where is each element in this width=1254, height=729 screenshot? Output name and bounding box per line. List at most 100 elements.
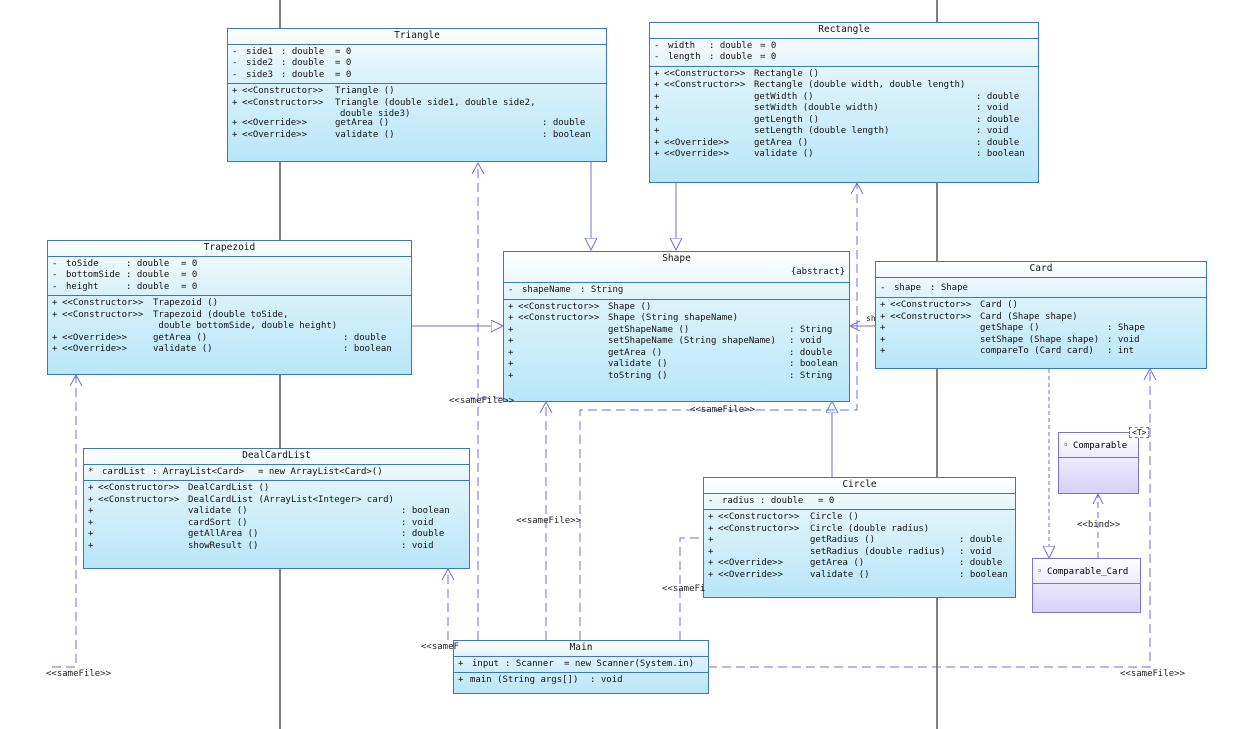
operation-row: + <<Override>> validate (): boolean (232, 129, 591, 140)
interface-comparable-card[interactable]: ◦ Comparable_Card (1032, 558, 1141, 613)
class-triangle[interactable]: Triangle - side1: double = 0 - side2: doubl… (227, 28, 607, 162)
operation-row: + <<Override>> getArea (): double (52, 332, 387, 343)
class-dealcardlist[interactable]: DealCardList * cardList: ArrayList<Card> =… (83, 448, 470, 569)
operation-row: + <<Override>> getArea (): double (232, 118, 586, 128)
samefile-label: <<sameFile>> (690, 405, 756, 415)
samefile-label: <<sameFile>> (516, 516, 582, 526)
operation-row: + getAllArea (): double (88, 529, 445, 539)
operation-row: + getLength (): double (654, 114, 1020, 125)
operation-row: + getArea (): double (508, 347, 833, 358)
operation-row: + <<Constructor>> Card () (880, 300, 1018, 310)
class-main[interactable]: Main + input: Scanner = new Scanner(System… (453, 640, 709, 694)
class-card[interactable]: Card - shape: Shape + <<Constructor>> Card … (875, 261, 1207, 369)
class-trapezoid[interactable]: Trapezoid - toSide: double = 0 - bottomSide… (47, 240, 412, 375)
attribute-row: + input: Scanner = new Scanner(System.in) (458, 658, 695, 669)
operations: + <<Constructor>> Shape () + <<Constructor>… (504, 300, 849, 385)
class-name: Triangle (228, 29, 606, 45)
type-parameter: <T> (1129, 427, 1150, 438)
samefile-label: <<sameFile>> (449, 396, 515, 406)
operation-row: + compareTo (Card card): int (880, 346, 1135, 356)
operation-row: + showResult (): void (88, 540, 434, 551)
operation-row: + <<Constructor>> Shape () (508, 301, 652, 312)
attributes: - side1: double = 0 - side2: double = 0 - sid… (228, 45, 606, 84)
operation-row: double side3) (340, 109, 411, 119)
operation-row: + getShapeName (): String (508, 324, 833, 335)
interface-comparable[interactable]: ◦ Comparable (1058, 432, 1139, 494)
attribute-row: - side2: double = 0 (232, 58, 352, 68)
bind-label: <<bind>> (1077, 520, 1121, 530)
class-name: Main (454, 641, 708, 657)
operation-row: + <<Constructor>> Circle (double radius) (708, 523, 930, 534)
samefile-label: <<sameFile>> (46, 669, 112, 679)
operation-row: + main (String args[]): void (458, 675, 623, 685)
operation-row: + <<Constructor>> Circle () (708, 512, 859, 522)
attribute-row: - toSide: double = 0 (52, 258, 198, 269)
attributes: - radius: double = 0 (704, 494, 1015, 510)
operation-row: + getWidth (): double (654, 91, 1020, 102)
operation-row: + setShape (Shape shape): void (880, 334, 1140, 345)
operations: + main (String args[]): void (454, 673, 708, 689)
attributes: + input: Scanner = new Scanner(System.in) (454, 657, 708, 673)
operation-row: + getRadius (): double (708, 535, 1003, 545)
samefile-label: <<sameFi (662, 584, 706, 594)
operations: + <<Constructor>> Triangle () + <<Construct… (228, 84, 606, 143)
interface-icon: ◦ (1063, 441, 1069, 451)
operation-row: + <<Override>> validate (): boolean (654, 149, 1025, 159)
interface-name: Comparable_Card (1047, 567, 1129, 577)
class-name: Trapezoid (48, 241, 411, 257)
operation-row: + <<Constructor>> DealCardList () (88, 483, 270, 493)
operation-row: + <<Constructor>> Rectangle (double width,… (654, 80, 966, 90)
class-circle[interactable]: Circle - radius: double = 0 + <<Constructor… (703, 477, 1016, 598)
operation-row: + validate (): boolean (88, 506, 450, 516)
samefile-label: <<sameFile>> (1120, 669, 1186, 679)
operation-row: + toString (): String (508, 370, 833, 381)
attribute-row: - shapeName: String (508, 285, 624, 295)
operation-row: + setWidth (double width): void (654, 103, 1009, 113)
operations: + <<Constructor>> Rectangle () + <<Construc… (650, 67, 1038, 163)
class-name: Circle (704, 478, 1015, 494)
operation-row: + <<Override>> validate (): boolean (52, 344, 392, 354)
operations: + <<Constructor>> Card () + <<Constructor>>… (876, 298, 1206, 360)
interface-icon: ◦ (1037, 567, 1043, 577)
operation-row: + validate (): boolean (508, 359, 838, 369)
uml-class-diagram: Triangle - side1: double = 0 - side2: doubl… (0, 0, 1254, 729)
attribute-row: - height: double = 0 (52, 281, 198, 292)
attribute-row: - bottomSide: double = 0 (52, 270, 198, 280)
attribute-row: - side1: double = 0 (232, 46, 352, 57)
class-shape[interactable]: Shape {abstract} - shapeName: String + <<C… (503, 251, 850, 402)
association-role-label: sh (866, 314, 876, 323)
operation-row: + setLength (double length): void (654, 126, 1009, 136)
class-name: Shape (662, 253, 691, 264)
operation-row: + setShapeName (String shapeName): void (508, 336, 822, 346)
operation-row: + setRadius (double radius): void (708, 546, 992, 557)
attributes: - shapeName: String (504, 283, 849, 300)
class-name: Rectangle (650, 23, 1038, 39)
class-rectangle[interactable]: Rectangle - width: double = 0 - length: dou… (649, 22, 1039, 183)
class-name: DealCardList (84, 449, 469, 465)
operations: + <<Constructor>> Trapezoid () + <<Construc… (48, 296, 411, 358)
attributes: - width: double = 0 - length: double = 0 (650, 39, 1038, 67)
operation-row: + <<Constructor>> DealCardList (ArrayList<… (88, 494, 394, 505)
operation-row: + <<Constructor>> Card (Shape shape) (880, 311, 1078, 322)
operations: + <<Constructor>> Circle () + <<Constructor… (704, 510, 1015, 583)
attribute-row: - radius: double = 0 (708, 495, 835, 506)
operation-row: + <<Constructor>> Trapezoid (double toSide… (52, 309, 289, 320)
attributes: - toSide: double = 0 - bottomSide: double = … (48, 257, 411, 296)
attribute-row: - shape: Shape (880, 282, 968, 293)
operation-row: + <<Override>> getArea (): double (654, 137, 1020, 148)
attribute-row: - side3: double = 0 (232, 69, 352, 80)
operation-row: + <<Constructor>> Triangle (double side1, … (232, 97, 536, 108)
operation-row: + <<Constructor>> Trapezoid () (52, 298, 219, 308)
operations: + <<Constructor>> DealCardList () + <<Const… (84, 481, 469, 554)
operation-row: + cardSort (): void (88, 517, 434, 528)
interface-name: Comparable (1073, 441, 1128, 451)
operation-row: + <<Override>> validate (): boolean (708, 569, 1008, 580)
operation-row: + <<Override>> getArea (): double (708, 558, 1003, 568)
operation-row: + <<Constructor>> Rectangle () (654, 68, 820, 79)
operation-row: double bottomSide, double height) (153, 321, 338, 331)
attributes: * cardList: ArrayList<Card> = new ArrayLis… (84, 465, 469, 481)
attribute-row: - length: double = 0 (654, 52, 777, 62)
attribute-row: - width: double = 0 (654, 40, 777, 51)
operation-row: + <<Constructor>> Shape (String shapeName) (508, 313, 739, 323)
operation-row: + <<Constructor>> Triangle () (232, 86, 395, 96)
